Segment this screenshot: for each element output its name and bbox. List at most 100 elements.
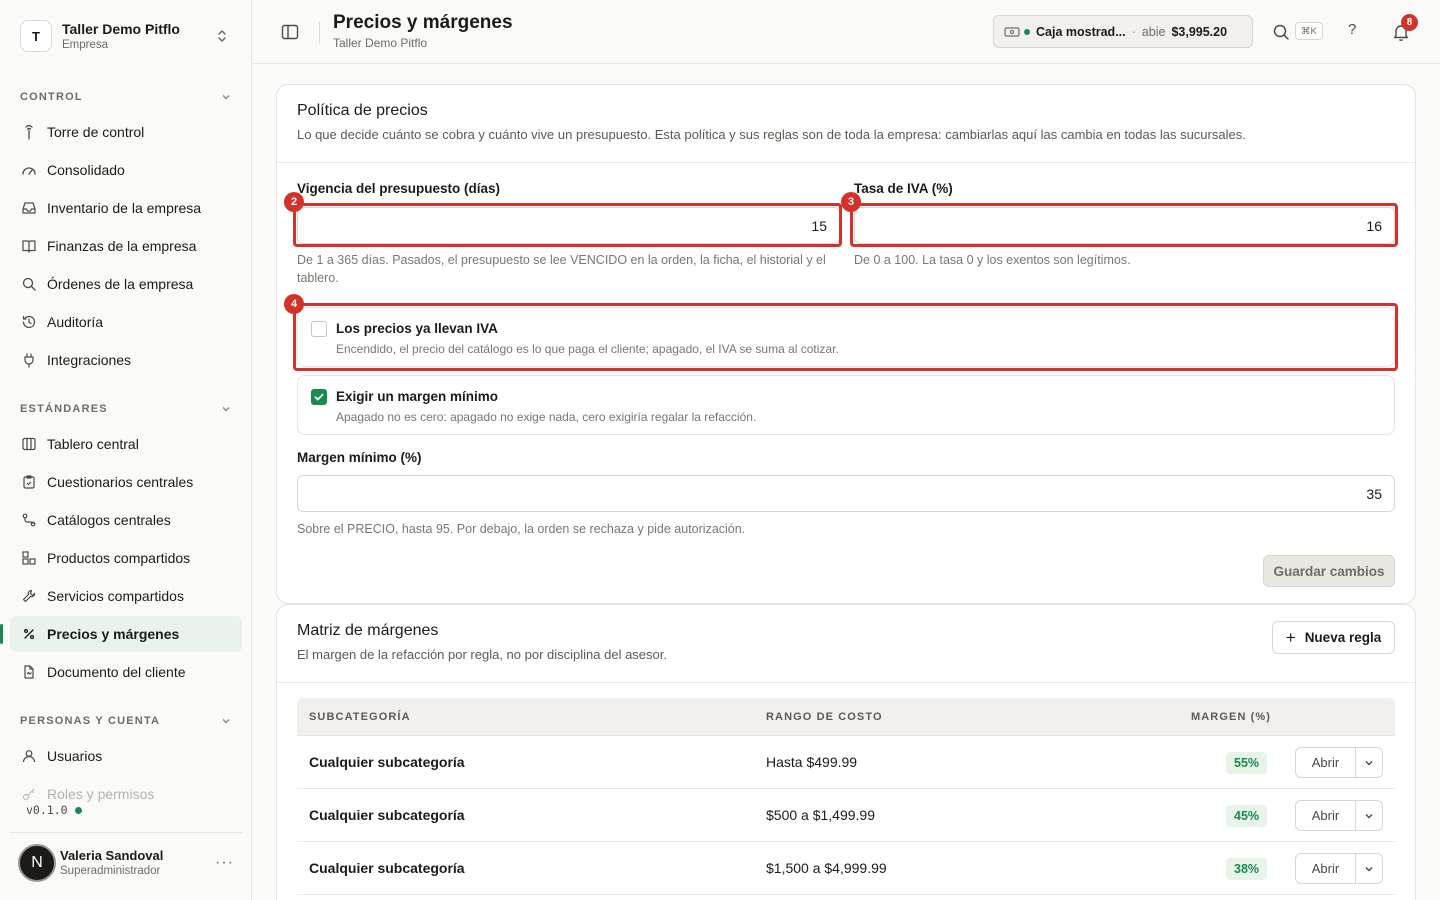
open-button[interactable]: Abrir: [1296, 748, 1356, 777]
section-label: PERSONAS Y CUENTA: [20, 715, 161, 727]
new-rule-button[interactable]: + Nueva regla: [1272, 621, 1395, 654]
sidebar-item-label: Integraciones: [47, 352, 132, 368]
sidebar-nav: CONTROL Torre de control Consolidado Inv…: [0, 80, 242, 814]
option-description: Encendido, el precio del catálogo es lo …: [336, 342, 839, 356]
range-cell: Hasta $499.99: [766, 754, 858, 770]
row-menu-button[interactable]: [1356, 801, 1382, 830]
min-margin-input[interactable]: 35: [297, 475, 1395, 512]
sidebar-item-tablero-central[interactable]: Tablero central: [10, 426, 242, 462]
sidebar-item-servicios[interactable]: Servicios compartidos: [10, 578, 242, 614]
table-row: Cualquier subcategoría Hasta $499.99 55%…: [297, 736, 1395, 789]
sidebar-item-auditoria[interactable]: Auditoría: [10, 304, 242, 340]
sidebar-item-precios-margenes[interactable]: Precios y márgenes: [0, 616, 242, 652]
sidebar-item-label: Finanzas de la empresa: [47, 238, 197, 254]
sidebar-item-label: Cuestionarios centrales: [47, 474, 194, 490]
column-header[interactable]: MARGEN (%): [1191, 711, 1271, 723]
route-icon: [20, 511, 38, 529]
iva-input[interactable]: 16: [854, 207, 1395, 244]
open-button[interactable]: Abrir: [1296, 854, 1356, 883]
iva-hint: De 0 a 100. La tasa 0 y los exentos son …: [854, 253, 1131, 267]
cash-register-button[interactable]: Caja mostrad... · abie $3,995.20: [993, 15, 1253, 48]
sidebar-item-label: Documento del cliente: [47, 664, 186, 680]
search-icon: [20, 275, 38, 293]
option-title: Exigir un margen mínimo: [336, 389, 499, 404]
option-description: Apagado no es cero: apagado no exige nad…: [336, 410, 757, 424]
boxes-icon: [20, 549, 38, 567]
sidebar-item-inventario[interactable]: Inventario de la empresa: [10, 190, 242, 226]
option-title: Los precios ya llevan IVA: [336, 321, 498, 336]
table-row: Cualquier subcategoría $500 a $1,499.99 …: [297, 789, 1395, 842]
cash-icon: [1004, 26, 1020, 37]
org-type: Empresa: [62, 39, 109, 51]
open-button[interactable]: Abrir: [1296, 801, 1356, 830]
shortcut-hint: ⌘K: [1295, 22, 1323, 40]
tower-icon: [20, 123, 38, 141]
row-actions: Abrir: [1295, 747, 1383, 778]
status-dot: [1024, 28, 1030, 35]
iva-label: Tasa de IVA (%): [854, 181, 953, 196]
section-label: CONTROL: [20, 91, 83, 103]
avatar: N: [18, 843, 56, 882]
require-margin-option[interactable]: Exigir un margen mínimo Apagado no es ce…: [297, 375, 1395, 435]
sidebar-item-integraciones[interactable]: Integraciones: [10, 342, 242, 378]
chevron-down-icon: [222, 95, 230, 100]
section-personas[interactable]: PERSONAS Y CUENTA: [10, 704, 242, 738]
chevron-down-icon: [1365, 866, 1373, 871]
more-icon[interactable]: ···: [215, 854, 234, 872]
annotation-badge: 4: [284, 294, 304, 314]
section-control[interactable]: CONTROL: [10, 80, 242, 114]
margin-badge: 38%: [1226, 858, 1268, 880]
row-menu-button[interactable]: [1356, 854, 1382, 883]
inbox-icon: [20, 199, 38, 217]
column-header[interactable]: RANGO DE COSTO: [766, 711, 883, 723]
cash-amount: $3,995.20: [1171, 24, 1228, 39]
margin-matrix-card: Matriz de márgenes El margen de la refac…: [276, 604, 1416, 900]
sidebar-item-productos[interactable]: Productos compartidos: [10, 540, 242, 576]
row-actions: Abrir: [1295, 853, 1383, 884]
validity-label: Vigencia del presupuesto (días): [297, 181, 501, 196]
sidebar-item-documento-cliente[interactable]: Documento del cliente: [10, 654, 242, 690]
sidebar-item-catalogos[interactable]: Catálogos centrales: [10, 502, 242, 538]
user-menu[interactable]: N Valeria Sandoval Superadministrador ··…: [10, 832, 242, 892]
margin-badge: 45%: [1226, 805, 1268, 827]
divider: [319, 22, 320, 44]
notification-badge: 8: [1401, 14, 1418, 31]
card-description: El margen de la refacción por regla, no …: [297, 647, 667, 662]
sidebar-item-usuarios[interactable]: Usuarios: [10, 738, 242, 774]
separator: ·: [1131, 24, 1136, 39]
search-icon[interactable]: [1271, 22, 1291, 42]
section-estandares[interactable]: ESTÁNDARES: [10, 392, 242, 426]
annotation-badge: 2: [284, 192, 304, 212]
sidebar-item-consolidado[interactable]: Consolidado: [10, 152, 242, 188]
validity-hint: De 1 a 365 días. Pasados, el presupuesto…: [297, 253, 826, 285]
sidebar-item-finanzas[interactable]: Finanzas de la empresa: [10, 228, 242, 264]
page-subtitle: Taller Demo Pitflo: [333, 36, 428, 50]
plug-icon: [20, 351, 38, 369]
cash-status: abie: [1141, 24, 1166, 39]
save-button[interactable]: Guardar cambios: [1263, 555, 1395, 587]
plus-icon: +: [1285, 627, 1296, 647]
document-icon: [20, 663, 38, 681]
prices-include-iva-checkbox[interactable]: [311, 321, 327, 337]
sidebar-item-ordenes[interactable]: Órdenes de la empresa: [10, 266, 242, 302]
sidebar-item-label: Productos compartidos: [47, 550, 191, 566]
version-text: v0.1.0: [26, 803, 68, 817]
annotation-badge: 3: [841, 192, 861, 212]
top-header: Precios y márgenes Taller Demo Pitflo Ca…: [252, 0, 1440, 64]
help-icon[interactable]: ?: [1348, 21, 1356, 38]
book-icon: [20, 237, 38, 255]
chevrons-updown-icon: [218, 30, 226, 42]
row-menu-button[interactable]: [1356, 748, 1382, 777]
card-title: Matriz de márgenes: [297, 622, 439, 639]
sidebar-item-cuestionarios[interactable]: Cuestionarios centrales: [10, 464, 242, 500]
sidebar-toggle-icon[interactable]: [280, 22, 300, 42]
sidebar: T Taller Demo Pitflo Empresa CONTROL Tor…: [0, 0, 252, 900]
column-header[interactable]: SUBCATEGORÍA: [309, 711, 411, 723]
org-avatar: T: [20, 20, 52, 52]
card-title: Política de precios: [297, 102, 428, 119]
sidebar-item-torre-de-control[interactable]: Torre de control: [10, 114, 242, 150]
require-margin-checkbox[interactable]: [311, 389, 327, 405]
validity-input[interactable]: 15: [297, 207, 840, 244]
org-switcher[interactable]: T Taller Demo Pitflo Empresa: [10, 10, 242, 62]
prices-include-iva-option[interactable]: Los precios ya llevan IVA Encendido, el …: [297, 307, 1395, 367]
